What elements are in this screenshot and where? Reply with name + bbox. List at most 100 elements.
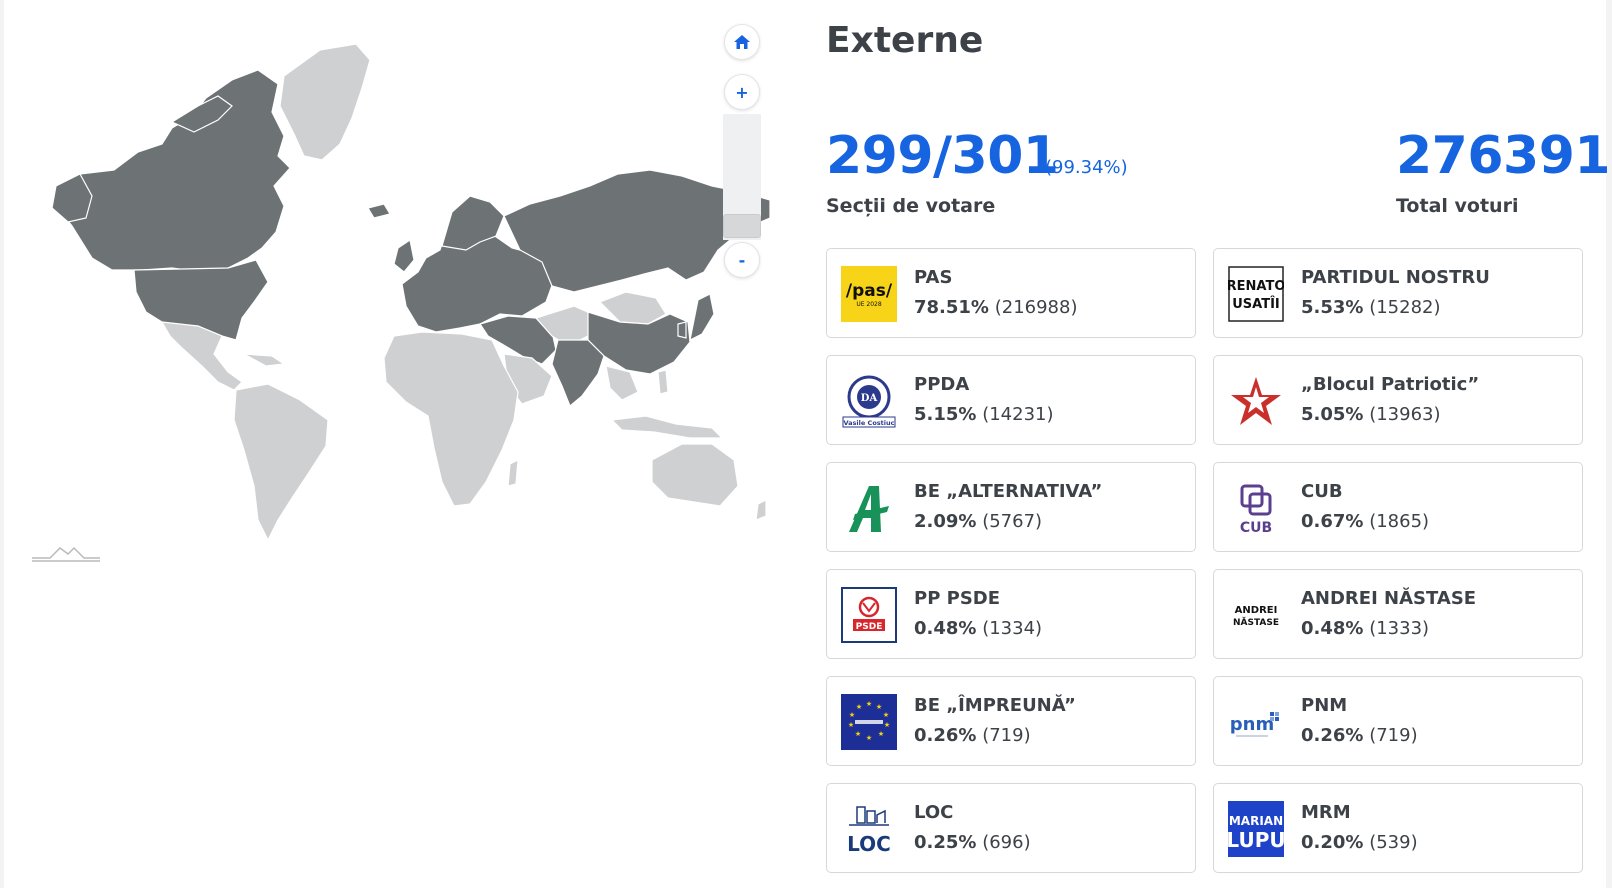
zoom-in-button[interactable]: + <box>724 74 760 110</box>
world-map-svg[interactable] <box>22 36 790 556</box>
party-name: BE „ALTERNATIVA” <box>914 481 1103 502</box>
svg-text:★: ★ <box>849 711 855 719</box>
korea[interactable] <box>677 321 687 339</box>
party-percent: 2.09% <box>914 511 977 532</box>
party-card-loc[interactable]: LOC LOC 0.25% (696) <box>826 783 1196 873</box>
iceland[interactable] <box>367 203 391 219</box>
left-edge <box>0 0 4 888</box>
party-name: PARTIDUL NOSTRU <box>1301 267 1490 288</box>
alternativa-logo <box>841 480 897 536</box>
svg-text:★: ★ <box>856 703 862 711</box>
party-votes: (15282) <box>1369 297 1441 318</box>
loc-logo: LOC <box>841 801 897 857</box>
party-card-alternativa[interactable]: BE „ALTERNATIVA” 2.09% (5767) <box>826 462 1196 552</box>
svg-text:PSDE: PSDE <box>856 622 883 632</box>
zoom-out-button[interactable]: - <box>724 242 760 278</box>
region-title: Externe <box>826 20 984 61</box>
stations-label: Secții de votare <box>826 195 996 217</box>
party-name: PAS <box>914 267 953 288</box>
party-result: 0.20% (539) <box>1301 832 1418 853</box>
indonesia[interactable] <box>610 415 724 439</box>
party-percent: 0.48% <box>914 618 977 639</box>
svg-text:Vasile Costiuc: Vasile Costiuc <box>844 419 895 427</box>
blocul-patriotic-star-logo <box>1228 373 1284 429</box>
party-result: 0.26% (719) <box>1301 725 1418 746</box>
madagascar[interactable] <box>507 458 519 487</box>
renato-usatii-logo: RENATO USATÎI <box>1228 266 1284 322</box>
party-percent: 5.15% <box>914 404 977 425</box>
india[interactable] <box>551 339 605 407</box>
united-kingdom[interactable] <box>393 239 415 273</box>
svg-text:★: ★ <box>848 721 854 729</box>
total-votes-label: Total voturi <box>1396 195 1519 217</box>
south-america[interactable] <box>233 383 329 542</box>
party-percent: 0.48% <box>1301 618 1364 639</box>
party-card-ppda[interactable]: DA Vasile Costiuc PPDA 5.15% (14231) <box>826 355 1196 445</box>
home-button[interactable] <box>724 24 760 60</box>
africa[interactable] <box>383 331 519 507</box>
party-votes: (539) <box>1369 832 1418 853</box>
total-votes-value: 276391 <box>1396 126 1611 186</box>
world-map[interactable] <box>22 36 790 556</box>
svg-text:★: ★ <box>855 730 861 738</box>
svg-text:LOC: LOC <box>847 832 891 856</box>
party-votes: (13963) <box>1369 404 1441 425</box>
party-name: „Blocul Patriotic” <box>1301 374 1480 395</box>
canada[interactable] <box>55 69 291 273</box>
marian-lupu-logo: MARIAN LUPU <box>1228 801 1284 857</box>
party-votes: (1865) <box>1369 511 1430 532</box>
svg-text:MARIAN: MARIAN <box>1229 814 1283 828</box>
pas-logo: /pas/ UE 2028 <box>841 266 897 322</box>
party-percent: 5.53% <box>1301 297 1364 318</box>
party-result: 5.53% (15282) <box>1301 297 1441 318</box>
zoom-in-label: + <box>735 82 749 102</box>
party-name: PP PSDE <box>914 588 1001 609</box>
japan[interactable] <box>689 293 715 342</box>
zoom-out-label: - <box>738 250 746 270</box>
party-result: 0.26% (719) <box>914 725 1031 746</box>
zoom-slider-handle[interactable] <box>723 214 761 238</box>
party-card-andrei-nastase[interactable]: ANDREI NĂSTASE ANDREI NĂSTASE 0.48% (133… <box>1213 569 1583 659</box>
party-card-blocul-patriotic[interactable]: „Blocul Patriotic” 5.05% (13963) <box>1213 355 1583 445</box>
party-card-psde[interactable]: PSDE PP PSDE 0.48% (1334) <box>826 569 1196 659</box>
party-name: PNM <box>1301 695 1348 716</box>
party-result: 0.48% (1334) <box>914 618 1042 639</box>
new-zealand[interactable] <box>755 499 767 521</box>
home-icon <box>734 35 750 49</box>
party-votes: (1334) <box>982 618 1043 639</box>
party-name: CUB <box>1301 481 1343 502</box>
svg-text:★: ★ <box>878 730 884 738</box>
cub-logo: CUB <box>1228 480 1284 536</box>
greenland[interactable] <box>279 43 371 161</box>
party-card-partidul-nostru[interactable]: RENATO USATÎI PARTIDUL NOSTRU 5.53% (152… <box>1213 248 1583 338</box>
party-card-impreuna[interactable]: ★ ★ ★ ★ ★ ★ ★ ★ ★ ★ BE „ÎMPREUNĂ” 0.26% (719) <box>826 676 1196 766</box>
party-card-cub[interactable]: CUB CUB 0.67% (1865) <box>1213 462 1583 552</box>
svg-text:★: ★ <box>866 700 872 708</box>
party-votes: (719) <box>982 725 1031 746</box>
party-name: LOC <box>914 802 954 823</box>
party-card-pnm[interactable]: pnm PNM 0.26% (719) <box>1213 676 1583 766</box>
svg-text:pnm: pnm <box>1230 714 1274 735</box>
australia[interactable] <box>651 443 739 507</box>
party-votes: (696) <box>982 832 1031 853</box>
party-result: 5.05% (13963) <box>1301 404 1441 425</box>
party-card-mrm[interactable]: MARIAN LUPU MRM 0.20% (539) <box>1213 783 1583 873</box>
party-votes: (216988) <box>994 297 1078 318</box>
caribbean[interactable] <box>243 353 286 367</box>
svg-text:★: ★ <box>883 711 889 719</box>
svg-text:CUB: CUB <box>1240 520 1272 536</box>
party-percent: 0.26% <box>914 725 977 746</box>
party-card-pas[interactable]: /pas/ UE 2028 PAS 78.51% (216988) <box>826 248 1196 338</box>
party-votes: (14231) <box>982 404 1054 425</box>
party-name: MRM <box>1301 802 1351 823</box>
stations-counted: 299/301 <box>826 126 1059 186</box>
andrei-nastase-logo: ANDREI NĂSTASE <box>1228 587 1284 643</box>
party-result: 78.51% (216988) <box>914 297 1077 318</box>
party-percent: 0.26% <box>1301 725 1364 746</box>
party-votes: (1333) <box>1369 618 1430 639</box>
philippines[interactable] <box>657 369 669 395</box>
svg-text:★: ★ <box>866 734 872 742</box>
party-name: PPDA <box>914 374 970 395</box>
svg-text:DA: DA <box>861 393 878 404</box>
svg-text:★: ★ <box>884 721 890 729</box>
